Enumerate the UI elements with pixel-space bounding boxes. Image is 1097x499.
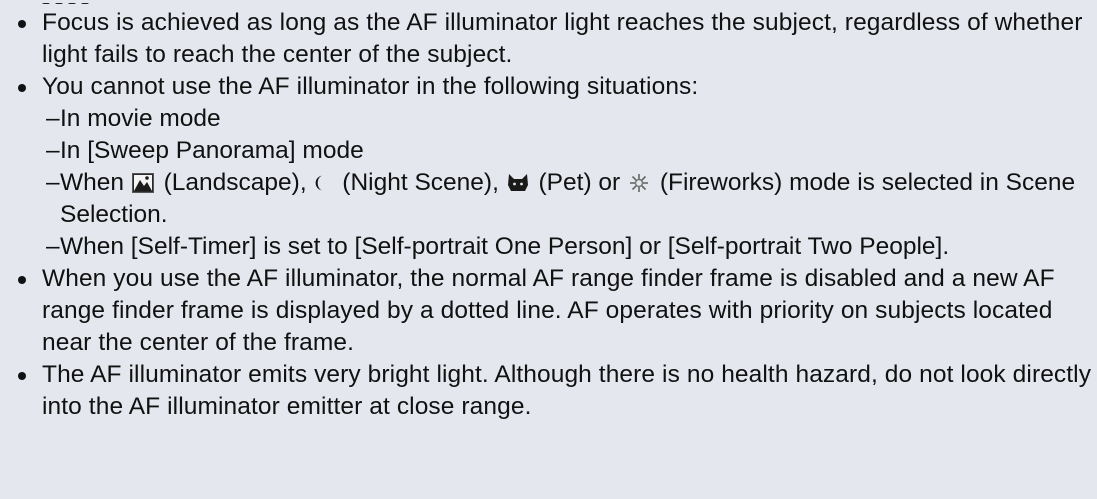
sub-item-text: In movie mode (60, 105, 221, 132)
sub-item-text-part: (Landscape), (163, 169, 307, 196)
bullet-icon (18, 276, 26, 284)
fireworks-icon (630, 174, 649, 192)
sub-item-text: When [Self-Timer] is set to [Self-portra… (60, 233, 950, 260)
dash-icon: – (46, 137, 60, 164)
dash-icon: – (46, 233, 60, 260)
note-text: You cannot use the AF illuminator in the… (42, 73, 699, 100)
night-scene-icon (316, 175, 324, 191)
sub-item: – When [Self-Timer] is set to [Self-port… (0, 231, 1097, 263)
note-item: You cannot use the AF illuminator in the… (0, 71, 1097, 103)
dash-icon: – (46, 105, 60, 132)
sub-item-text-part: (Night Scene), (342, 169, 499, 196)
sub-item-text: When (Landscape), (Night Scene), (Pet) o… (60, 167, 1097, 231)
pet-icon (507, 174, 528, 191)
sub-item: – In movie mode (0, 103, 1097, 135)
sub-item: – When (Landscape), (Night Scene), (Pet)… (0, 167, 1097, 231)
note-item: When you use the AF illuminator, the nor… (0, 263, 1097, 359)
sub-item-text-part: (Pet) or (538, 169, 621, 196)
sub-item-text-part: When (60, 169, 125, 196)
note-item: Focus is achieved as long as the AF illu… (0, 7, 1097, 71)
bullet-icon (18, 372, 26, 380)
note-text: Focus is achieved as long as the AF illu… (42, 9, 1083, 68)
cropped-heading-fragment (42, 0, 102, 4)
dash-icon: – (46, 169, 60, 196)
bullet-icon (18, 20, 26, 28)
note-text: The AF illuminator emits very bright lig… (42, 361, 1092, 420)
sub-item: – In [Sweep Panorama] mode (0, 135, 1097, 167)
note-item: The AF illuminator emits very bright lig… (0, 359, 1097, 423)
notes-list: Focus is achieved as long as the AF illu… (0, 2, 1097, 423)
landscape-icon (131, 173, 154, 193)
note-text: When you use the AF illuminator, the nor… (42, 265, 1055, 356)
bullet-icon (18, 84, 26, 92)
sub-item-text: In [Sweep Panorama] mode (60, 137, 364, 164)
